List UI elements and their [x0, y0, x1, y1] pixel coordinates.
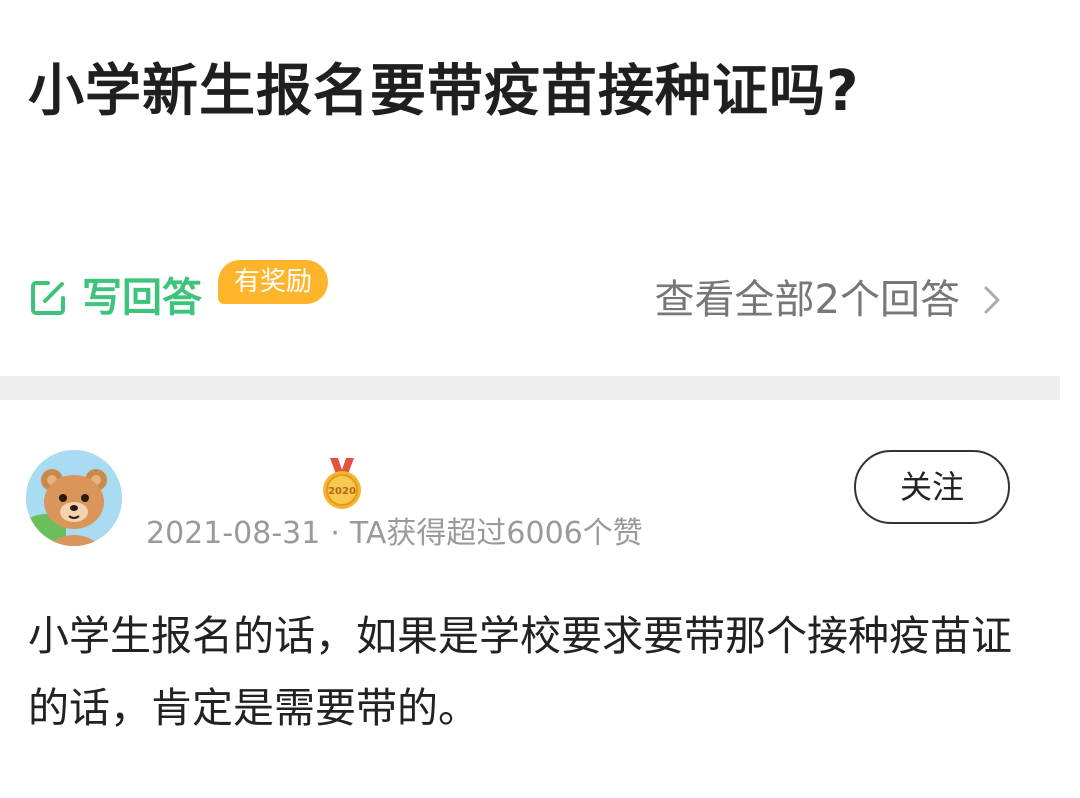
author-likes: TA获得超过6006个赞	[349, 516, 643, 551]
meta-separator: ·	[330, 516, 340, 551]
medal-year: 2020	[328, 486, 356, 497]
bear-avatar-icon	[26, 450, 122, 546]
write-answer-label: 写回答	[82, 275, 202, 321]
question-action-bar: 写回答 有奖励 查看全部2个回答	[28, 260, 1028, 332]
avatar[interactable]	[26, 450, 122, 546]
question-title: 小学新生报名要带疫苗接种证吗?	[28, 59, 860, 124]
answer-date: 2021-08-31	[146, 516, 321, 551]
answer-content: 小学生报名的话，如果是学校要求要带那个接种疫苗证的话，肯定是需要带的。	[28, 612, 1012, 732]
write-answer-button[interactable]: 写回答	[28, 270, 202, 326]
reward-badge: 有奖励	[218, 260, 329, 304]
follow-button[interactable]: 关注	[854, 450, 1010, 524]
view-all-answers-label: 查看全部2个回答	[654, 277, 960, 323]
edit-icon	[28, 278, 68, 318]
chevron-right-icon	[982, 285, 1002, 315]
answer-card: 2020 关注 2021-08-31 · TA获得超过6006个赞 小学生报名的话，…	[0, 400, 1080, 798]
medal-icon: 2020	[318, 456, 366, 512]
answer-meta: 2021-08-31 · TA获得超过6006个赞	[146, 512, 643, 556]
section-divider	[0, 376, 1060, 400]
question-section: 小学新生报名要带疫苗接种证吗? 写回答 有奖励 查看全部2个回答	[0, 0, 1080, 376]
view-all-answers-link[interactable]: 查看全部2个回答	[655, 272, 1002, 328]
